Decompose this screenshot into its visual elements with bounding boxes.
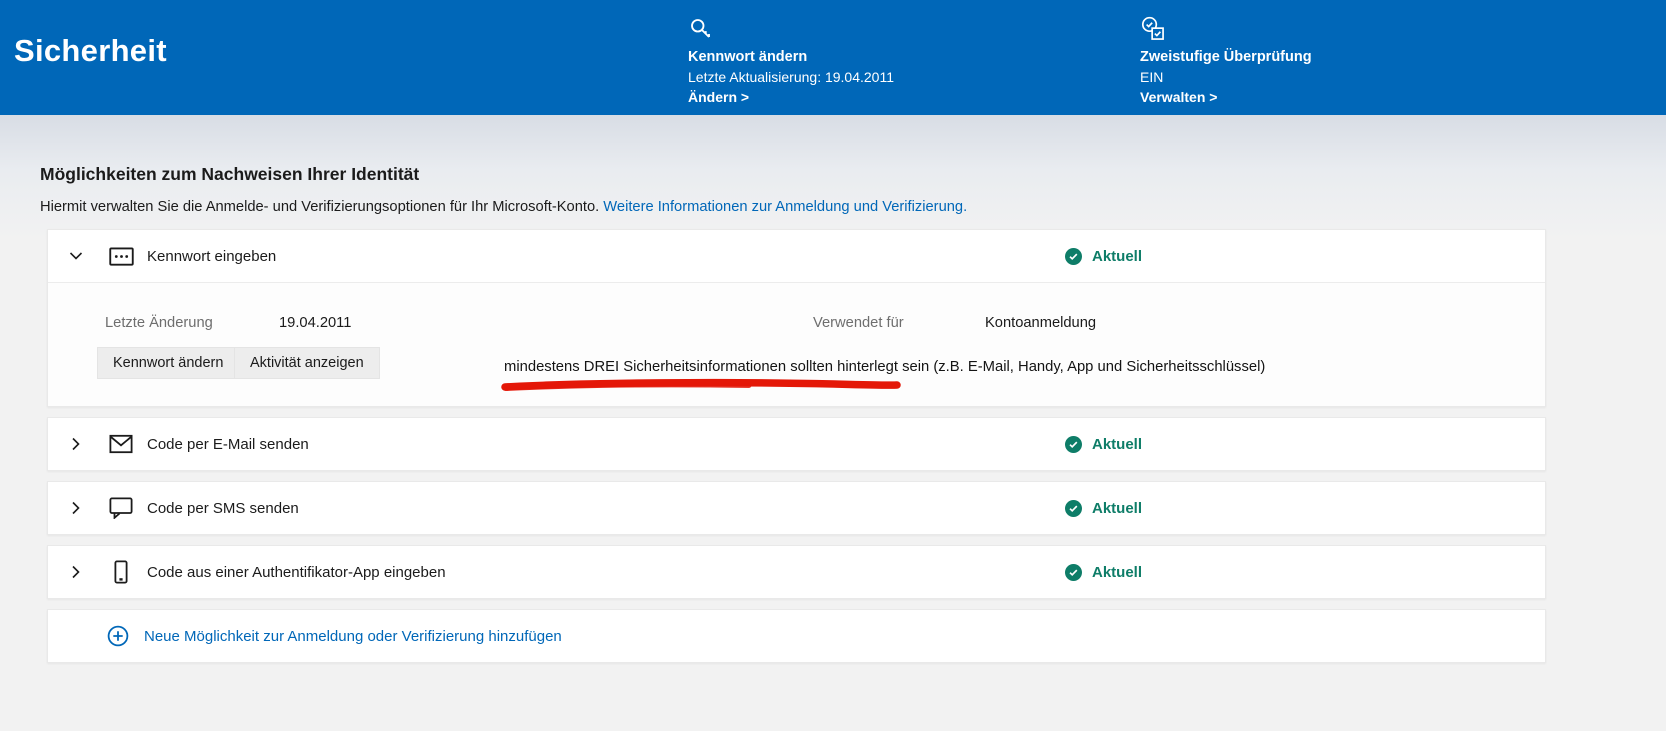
add-method-row[interactable]: Neue Möglichkeit zur Anmeldung oder Veri… (48, 610, 1545, 662)
last-change-value: 19.04.2011 (279, 315, 351, 331)
change-password-button[interactable]: Kennwort ändern (97, 347, 239, 379)
chevron-right-icon[interactable] (68, 500, 84, 516)
more-info-link[interactable]: Weitere Informationen zur Anmeldung und … (603, 199, 967, 215)
add-method-card: Neue Möglichkeit zur Anmeldung oder Veri… (47, 609, 1546, 663)
chevron-right-icon[interactable] (68, 564, 84, 580)
sign-in-options-list: Kennwort eingeben Aktuell Letzte Änderun… (47, 229, 1546, 673)
option-row-authenticator[interactable]: Code aus einer Authentifikator-App einge… (48, 546, 1545, 598)
key-icon (688, 16, 894, 44)
chevron-down-icon[interactable] (68, 248, 84, 264)
password-card-title: Kennwort ändern (688, 47, 894, 67)
status-badge: Aktuell (1065, 546, 1142, 598)
option-card-email: Code per E-Mail senden Aktuell (47, 417, 1546, 471)
check-circle-icon (1065, 248, 1082, 265)
page-title: Sicherheit (14, 33, 167, 69)
status-label: Aktuell (1092, 248, 1142, 265)
add-method-link[interactable]: Neue Möglichkeit zur Anmeldung oder Veri… (144, 628, 562, 645)
sms-icon (108, 497, 134, 519)
status-label: Aktuell (1092, 436, 1142, 453)
intro-paragraph: Hiermit verwalten Sie die Anmelde- und V… (40, 199, 967, 215)
option-label: Kennwort eingeben (147, 248, 276, 265)
main-content: Möglichkeiten zum Nachweisen Ihrer Ident… (0, 115, 1666, 731)
chevron-right-icon[interactable] (68, 436, 84, 452)
twostep-status: EIN (1140, 67, 1312, 87)
section-heading: Möglichkeiten zum Nachweisen Ihrer Ident… (40, 164, 419, 185)
twostep-manage-link[interactable]: Verwalten > (1140, 87, 1312, 107)
password-card-subtitle: Letzte Aktualisierung: 19.04.2011 (688, 67, 894, 87)
option-row-email[interactable]: Code per E-Mail senden Aktuell (48, 418, 1545, 470)
used-for-label: Verwendet für (813, 315, 904, 331)
last-change-label: Letzte Änderung (105, 315, 213, 331)
check-circle-icon (1065, 436, 1082, 453)
check-circle-icon (1065, 500, 1082, 517)
status-label: Aktuell (1092, 564, 1142, 581)
password-expanded-panel: Letzte Änderung 19.04.2011 Verwendet für… (48, 282, 1545, 406)
intro-text: Hiermit verwalten Sie die Anmelde- und V… (40, 199, 603, 215)
status-badge: Aktuell (1065, 230, 1142, 282)
option-label: Code aus einer Authentifikator-App einge… (147, 564, 446, 581)
option-card-authenticator: Code aus einer Authentifikator-App einge… (47, 545, 1546, 599)
option-card-password: Kennwort eingeben Aktuell Letzte Änderun… (47, 229, 1546, 407)
plus-circle-icon (105, 625, 131, 647)
red-marker-underline (499, 378, 903, 398)
option-card-sms: Code per SMS senden Aktuell (47, 481, 1546, 535)
authenticator-icon (108, 560, 134, 584)
option-label: Code per SMS senden (147, 500, 299, 517)
option-label: Code per E-Mail senden (147, 436, 309, 453)
password-icon (108, 247, 134, 266)
option-row-sms[interactable]: Code per SMS senden Aktuell (48, 482, 1545, 534)
email-icon (108, 434, 134, 454)
header-twostep-card: Zweistufige Überprüfung EIN Verwalten > (1140, 16, 1312, 107)
password-change-link[interactable]: Ändern > (688, 87, 894, 107)
status-badge: Aktuell (1065, 418, 1142, 470)
status-label: Aktuell (1092, 500, 1142, 517)
option-row-password[interactable]: Kennwort eingeben Aktuell (48, 230, 1545, 282)
app-header: Sicherheit Kennwort ändern Letzte Aktual… (0, 0, 1666, 115)
two-step-verification-icon (1140, 16, 1312, 44)
check-circle-icon (1065, 564, 1082, 581)
handwritten-annotation-text: mindestens DREI Sicherheitsinformationen… (504, 359, 1265, 375)
twostep-card-title: Zweistufige Überprüfung (1140, 47, 1312, 67)
show-activity-button[interactable]: Aktivität anzeigen (234, 347, 380, 379)
used-for-value: Kontoanmeldung (985, 315, 1096, 331)
header-password-card: Kennwort ändern Letzte Aktualisierung: 1… (688, 16, 894, 107)
status-badge: Aktuell (1065, 482, 1142, 534)
